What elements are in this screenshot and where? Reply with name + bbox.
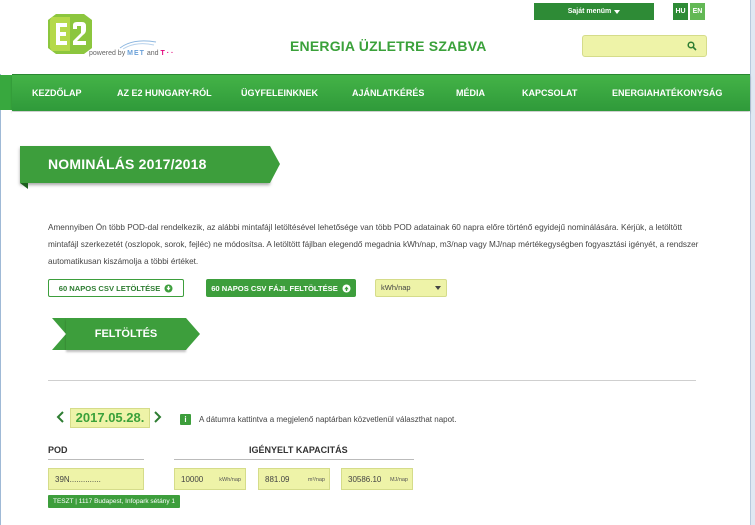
mj-field[interactable]: 30586.10 MJ/nap [341,468,413,490]
m3-field[interactable]: 881.09 m³/nap [258,468,330,490]
pod-field[interactable]: 39N.............. [48,468,144,490]
upload-submit-button[interactable]: FELTÖLTÉS [66,318,186,350]
upload-csv-button[interactable]: 60 NAPOS CSV FÁJL FELTÖLTÉSE [206,279,356,297]
language-hu-button[interactable]: HU [673,3,688,20]
language-en-button[interactable]: EN [690,3,705,20]
banner-fold [20,183,28,189]
mj-unit: MJ/nap [389,477,408,483]
section-divider [48,380,696,381]
main-nav: KEZDŐLAP AZ E2 HUNGARY-RÓL ÜGYFELEINKNEK… [12,74,750,111]
upload-ribbon-right [186,318,200,350]
search-icon[interactable] [687,41,697,51]
site-header: powered by MET and T · · ENERGIA ÜZLETRE… [0,0,750,74]
pod-value: 39N.............. [55,475,101,484]
capacity-label-underline [174,459,414,460]
nav-item-kezdolap[interactable]: KEZDŐLAP [32,75,82,111]
search-input[interactable] [587,37,687,57]
date-picker[interactable]: 2017.05.28. [70,408,150,428]
info-icon: i [180,414,191,425]
search-box [582,35,707,57]
site-title: ENERGIA ÜZLETRE SZABVA [290,38,487,54]
e2-logo-icon[interactable] [48,14,92,54]
nav-item-contact[interactable]: KAPCSOLAT [522,75,577,111]
upload-ribbon-left [52,318,66,350]
telekom-logo-icon: T · · [160,50,174,57]
nav-item-efficiency[interactable]: ENERGIAHATÉKONYSÁG [612,75,722,111]
chevron-left-icon[interactable] [56,411,66,423]
chevron-right-icon[interactable] [152,411,162,423]
powered-by-text: powered by MET and T · · [89,50,174,57]
intro-text: Amennyiben Ön több POD-dal rendelkezik, … [48,223,699,266]
nav-item-quote[interactable]: AJÁNLATKÉRÉS [352,75,424,111]
kwh-value: 10000 [181,475,204,484]
caret-down-icon [614,9,621,14]
unit-select[interactable]: kWh/nap [375,279,447,297]
scrollbar-track[interactable] [750,0,755,525]
page-title: NOMINÁLÁS 2017/2018 [48,156,207,172]
pod-address-badge: TESZT | 1117 Budapest, Infopark sétány 1 [48,495,181,508]
met-swirl-icon [119,40,157,50]
pod-label-underline [48,459,144,460]
mj-value: 30586.10 [348,475,382,484]
banner-arrow [270,146,280,183]
m3-unit: m³/nap [307,477,325,483]
m3-value: 881.09 [265,475,290,484]
nav-item-about[interactable]: AZ E2 HUNGARY-RÓL [117,75,212,111]
download-csv-button[interactable]: 60 NAPOS CSV LETÖLTÉSE [48,279,184,297]
caret-down-icon [435,286,441,290]
user-menu-button[interactable]: Saját menüm [534,3,654,20]
kwh-field[interactable]: 10000 kWh/nap [174,468,246,490]
date-hint: A dátumra kattintva a megjelenő naptárba… [199,415,457,424]
nav-item-media[interactable]: MÉDIA [456,75,485,111]
pod-label: POD [48,445,68,455]
nav-item-customers[interactable]: ÜGYFELEINKNEK [241,75,318,111]
upload-icon [342,284,351,292]
nav-strip [0,75,12,110]
capacity-label: IGÉNYELT KAPACITÁS [249,445,348,455]
download-icon [164,284,173,292]
kwh-unit: kWh/nap [219,477,241,483]
